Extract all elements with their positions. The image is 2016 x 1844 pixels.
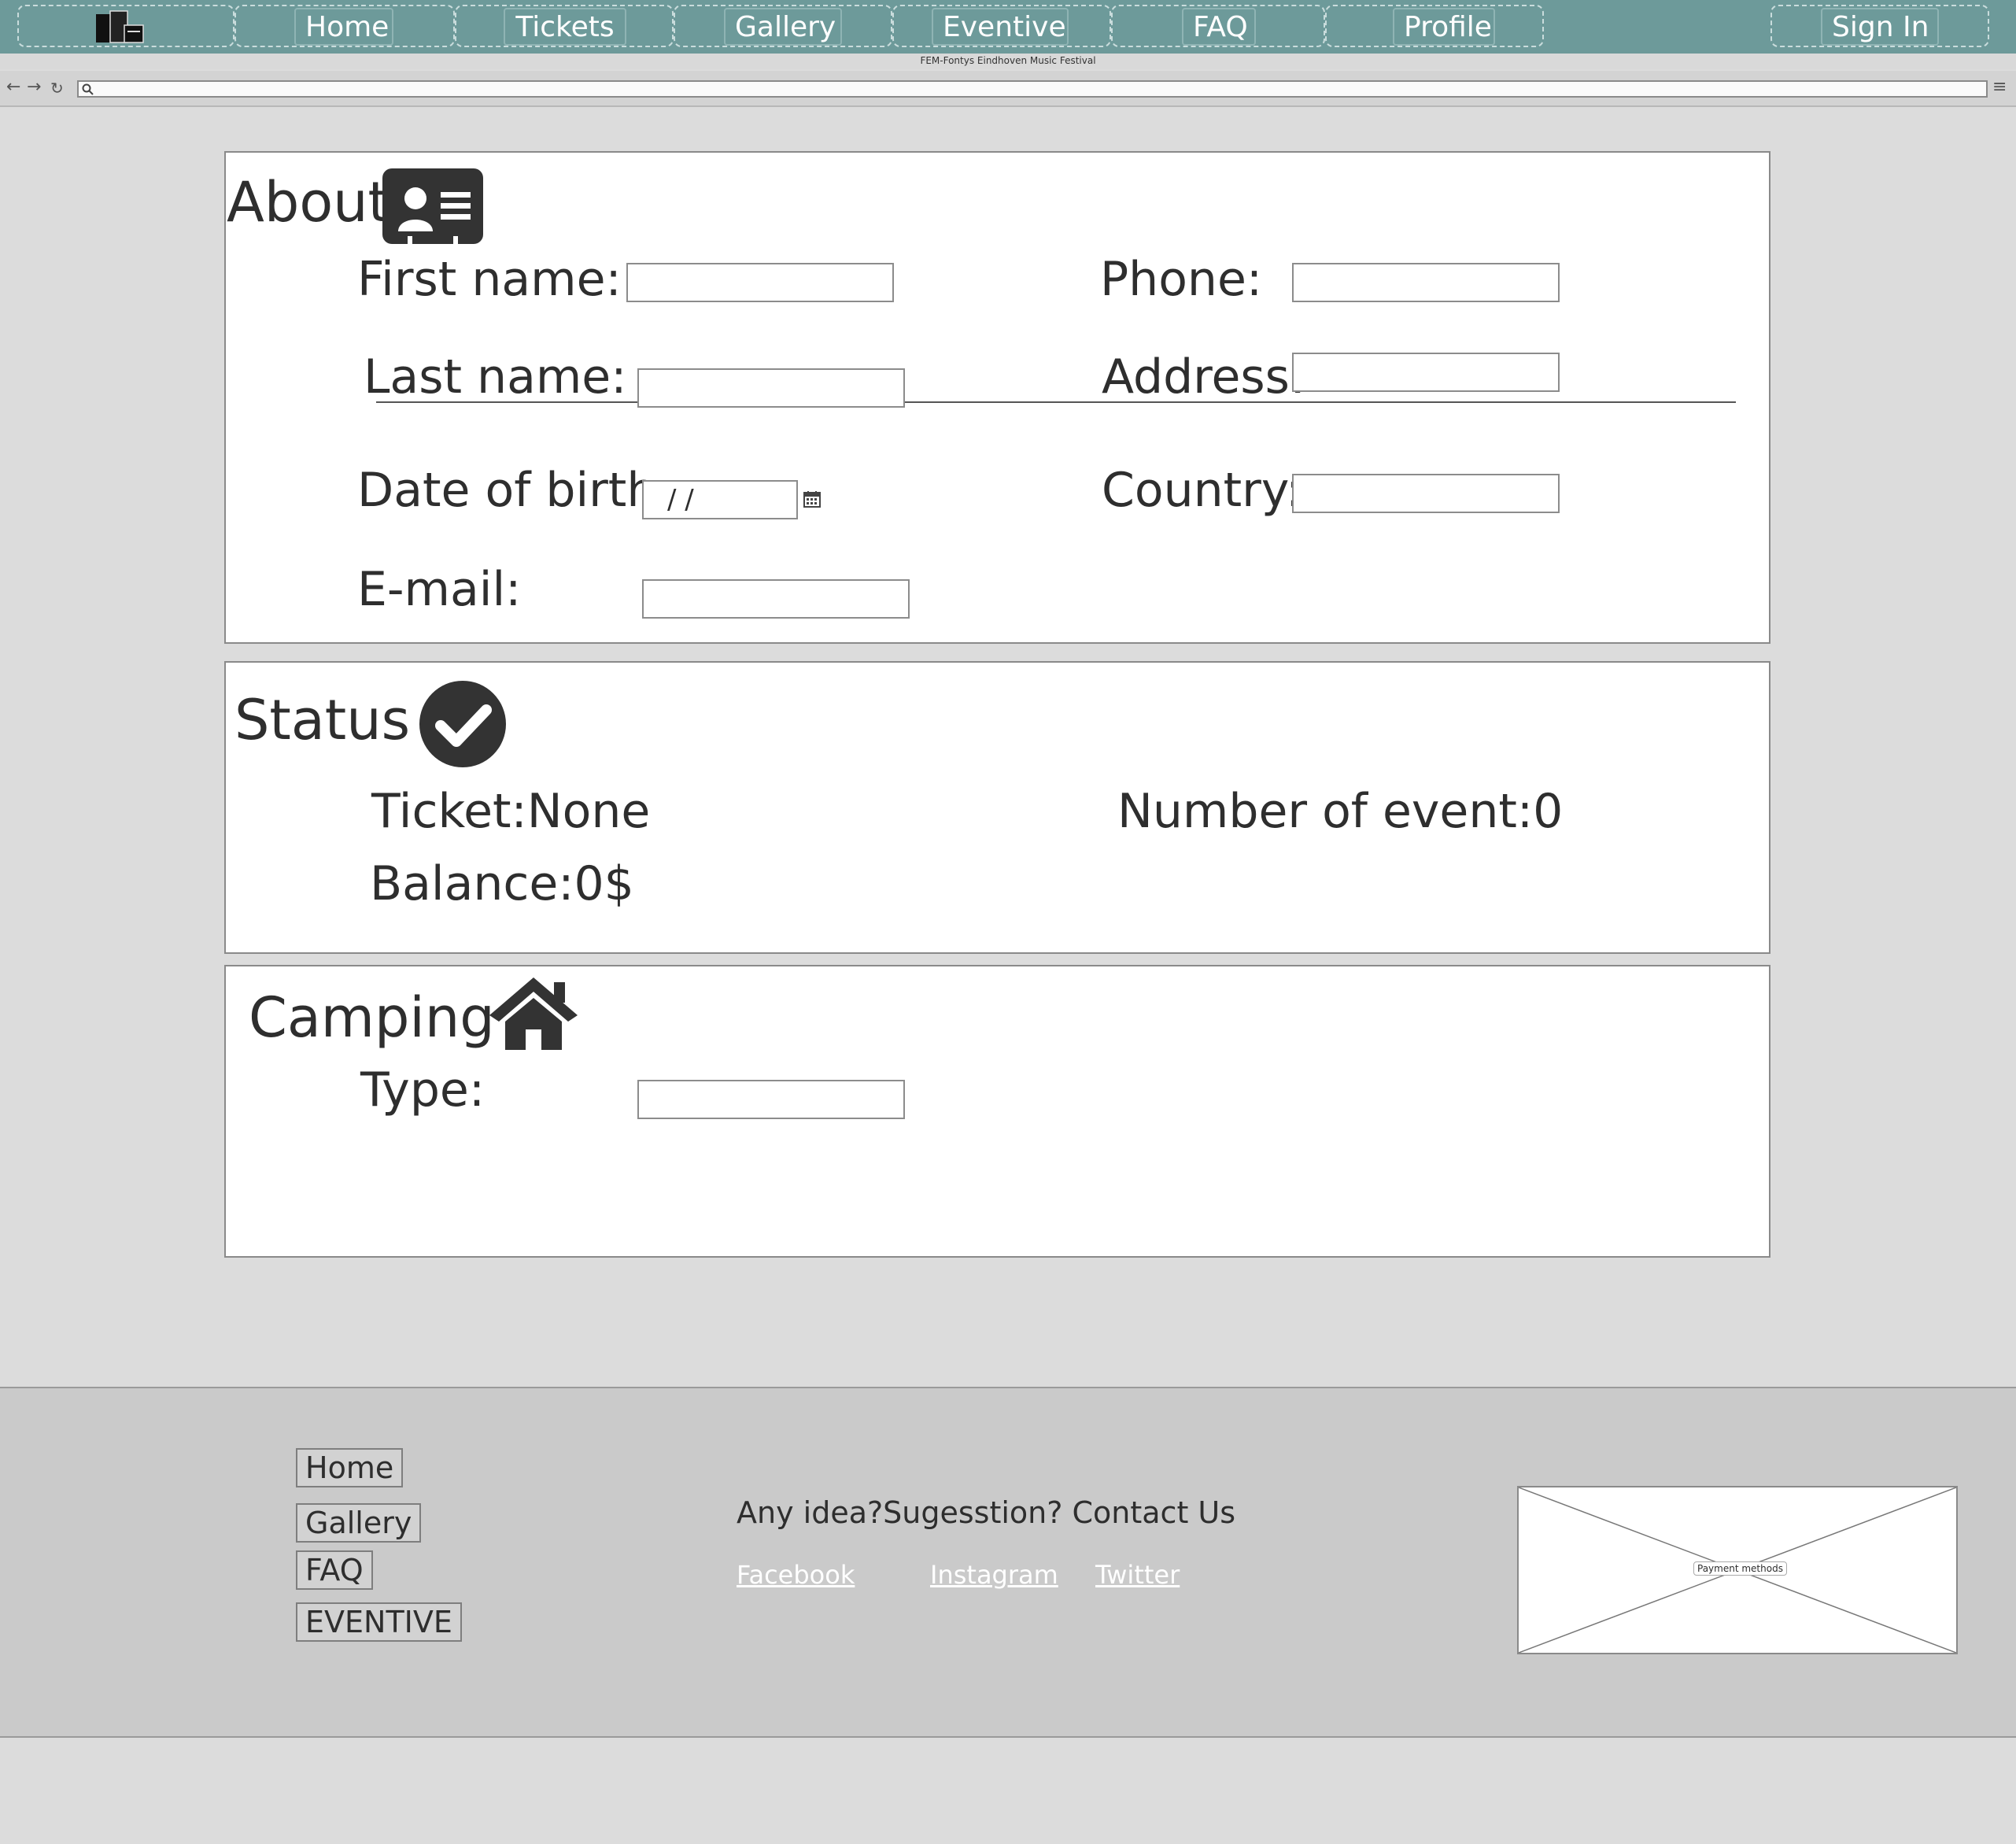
phone-input[interactable]: [1292, 263, 1560, 302]
twitter-link[interactable]: Twitter: [1095, 1560, 1180, 1590]
payment-methods-image: Payment methods: [1517, 1486, 1958, 1654]
camping-type-input[interactable]: [637, 1080, 905, 1119]
menu-icon[interactable]: ≡: [1992, 77, 2007, 97]
nav-faq[interactable]: FAQ: [1182, 8, 1256, 46]
last-name-input[interactable]: [637, 368, 905, 408]
phone-label: Phone:: [1100, 252, 1263, 307]
logo-icon[interactable]: [93, 8, 146, 47]
first-name-input[interactable]: [626, 263, 894, 302]
contact-text: Any idea?Sugesstion? Contact Us: [737, 1495, 1236, 1530]
nav-home[interactable]: Home: [294, 8, 393, 46]
reload-icon[interactable]: ↻: [50, 79, 64, 98]
search-icon: [82, 83, 94, 95]
footer-gallery-link[interactable]: Gallery: [296, 1503, 422, 1543]
camping-type-label: Type:: [360, 1062, 486, 1118]
address-label: Address:: [1102, 349, 1306, 405]
last-name-label: Last name:: [364, 349, 627, 405]
first-name-label: First name:: [357, 252, 622, 307]
payment-methods-label: Payment methods: [1693, 1561, 1787, 1576]
footer-home-link[interactable]: Home: [296, 1448, 404, 1487]
forward-icon[interactable]: →: [27, 77, 41, 97]
address-input[interactable]: [1292, 353, 1560, 392]
nav-profile[interactable]: Profile: [1393, 8, 1495, 46]
nav-eventive[interactable]: Eventive: [932, 8, 1069, 46]
footer-eventive-link[interactable]: EVENTIVE: [296, 1602, 462, 1642]
country-label: Country:: [1102, 463, 1302, 518]
facebook-link[interactable]: Facebook: [737, 1560, 855, 1590]
dob-input[interactable]: / /: [642, 480, 798, 519]
house-icon: [489, 977, 578, 1050]
balance-status: Balance:0$: [370, 856, 634, 911]
top-nav: Home Tickets Gallery Eventive FAQ Profil…: [0, 0, 2016, 55]
check-circle-icon: [419, 681, 506, 767]
dob-label: Date of birth:: [357, 463, 673, 518]
footer-faq-link[interactable]: FAQ: [296, 1550, 373, 1590]
about-title: About: [227, 170, 390, 235]
status-title: Status: [234, 688, 411, 752]
camping-title: Camping: [249, 985, 495, 1050]
ticket-status: Ticket:None: [371, 784, 651, 839]
back-icon[interactable]: ←: [6, 77, 20, 97]
instagram-link[interactable]: Instagram: [930, 1560, 1058, 1590]
sign-in-button[interactable]: Sign In: [1821, 8, 1939, 46]
nav-tickets[interactable]: Tickets: [504, 8, 626, 46]
event-count: Number of event:0: [1117, 784, 1564, 839]
contact-card-icon: [382, 168, 483, 244]
email-label: E-mail:: [357, 562, 522, 617]
nav-gallery[interactable]: Gallery: [724, 8, 842, 46]
calendar-icon[interactable]: [803, 490, 822, 508]
site-subtitle: FEM-Fontys Eindhoven Music Festival: [0, 54, 2016, 69]
country-input[interactable]: [1292, 474, 1560, 513]
email-input[interactable]: [642, 579, 910, 619]
url-bar[interactable]: [77, 80, 1988, 98]
